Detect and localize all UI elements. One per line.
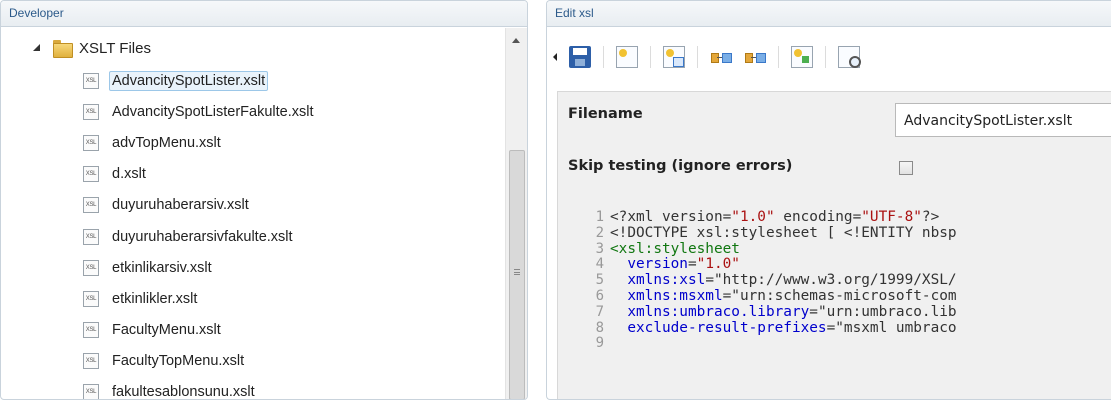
file-item[interactable]: XSL FacultyMenu.xslt (83, 315, 503, 346)
line-number: 7 (595, 303, 604, 320)
file-item[interactable]: XSL etkinlikarsiv.xslt (83, 252, 503, 283)
line-number: 3 (595, 240, 604, 257)
code-line: 3 <xsl:stylesheet (582, 240, 1111, 258)
xsl-file-icon: XSL (83, 353, 99, 370)
line-number: 6 (595, 287, 604, 304)
xsl-file-icon: XSL (83, 72, 99, 89)
choose-flow-icon[interactable] (710, 46, 732, 68)
code-line: 7 xmlns:umbraco.library="urn:umbraco.lib (582, 303, 1111, 321)
editor-toolbar (547, 28, 1111, 86)
scroll-up-arrow-icon[interactable] (512, 38, 520, 43)
code-text: xmlns:umbraco.library="urn:umbraco.lib (627, 303, 957, 320)
line-number: 1 (595, 209, 604, 225)
file-item[interactable]: XSL AdvancitySpotListerFakulte.xslt (83, 96, 503, 127)
file-name-label: AdvancitySpotLister.xslt (109, 70, 269, 91)
code-text: exclude-result-prefixes="msxml umbraco (627, 319, 957, 336)
xsl-file-icon: XSL (83, 228, 99, 245)
xsl-file-icon: XSL (83, 384, 99, 399)
folder-icon (53, 40, 73, 58)
line-number: 5 (595, 272, 604, 289)
file-item[interactable]: XSL fakultesablonsunu.xslt (83, 377, 503, 400)
tree-node-xslt-files[interactable]: XSLT Files (31, 37, 151, 59)
file-name-label: FacultyMenu.xslt (112, 322, 221, 339)
code-line: 1 <?xml version="1.0" encoding="UTF-8"?> (582, 209, 1111, 226)
skip-testing-label: Skip testing (ignore errors) (568, 158, 793, 174)
file-name-label: AdvancitySpotListerFakulte.xslt (112, 103, 314, 120)
tree-scrollbar[interactable] (505, 28, 527, 399)
save-icon[interactable] (569, 46, 591, 68)
code-text: version="1.0" (627, 256, 740, 273)
file-item[interactable]: XSL d.xslt (83, 159, 503, 190)
code-line: 6 xmlns:msxml="urn:schemas-microsoft-com (582, 287, 1111, 305)
file-item[interactable]: XSL etkinlikler.xslt (83, 283, 503, 314)
grip-icon (514, 269, 520, 275)
xsl-file-icon: XSL (83, 166, 99, 183)
file-item[interactable]: XSL duyuruhaberarsivfakulte.xslt (83, 221, 503, 252)
file-name-label: duyuruhaberarsivfakulte.xslt (112, 228, 293, 245)
line-number: 8 (595, 319, 604, 336)
code-line: 4 version="1.0" (582, 256, 1111, 273)
code-text: <xsl:stylesheet (610, 240, 740, 257)
xsl-file-icon: XSL (83, 290, 99, 307)
xsl-file-icon: XSL (83, 134, 99, 151)
file-name-label: fakultesablonsunu.xslt (112, 384, 255, 400)
xsl-file-icon: XSL (83, 197, 99, 214)
xsl-file-icon: XSL (83, 103, 99, 120)
file-item[interactable]: XSL duyuruhaberarsiv.xslt (83, 190, 503, 221)
line-number: 9 (595, 335, 604, 352)
developer-panel-header: Developer (1, 1, 527, 27)
insert-template-icon[interactable] (791, 46, 813, 68)
file-name-label: etkinlikarsiv.xslt (112, 259, 212, 276)
code-text: <?xml version="1.0" encoding="UTF-8"?> (610, 209, 940, 225)
edit-xsl-panel: Edit xsl Filename AdvancitySpotLister.xs… (546, 0, 1111, 400)
file-item[interactable]: XSL FacultyTopMenu.xslt (83, 346, 503, 377)
code-line: 8 exclude-result-prefixes="msxml umbraco (582, 319, 1111, 337)
code-line: 9 (582, 336, 1111, 352)
scroll-thumb[interactable] (509, 150, 525, 399)
edit-form: Filename AdvancitySpotLister.xslt Skip t… (557, 91, 1111, 399)
toolbar-divider (650, 46, 651, 68)
toolbar-divider (778, 46, 779, 68)
file-name-label: duyuruhaberarsiv.xslt (112, 197, 249, 214)
toolbar-divider (697, 46, 698, 68)
file-item[interactable]: XSL AdvancitySpotLister.xslt (83, 65, 503, 96)
code-line: 5 xmlns:xsl="http://www.w3.org/1999/XSL/ (582, 272, 1111, 289)
filename-input[interactable]: AdvancitySpotLister.xslt (895, 103, 1111, 137)
tree-node-label: XSLT Files (79, 39, 151, 57)
code-line: 2 <!DOCTYPE xsl:stylesheet [ <!ENTITY nbs… (582, 224, 1111, 242)
xsl-file-icon: XSL (83, 322, 99, 339)
preview-icon[interactable] (838, 46, 861, 68)
file-item[interactable]: XSL advTopMenu.xslt (83, 127, 503, 158)
file-name-label: advTopMenu.xslt (112, 134, 221, 151)
file-name-label: d.xslt (112, 166, 146, 183)
code-text: <!DOCTYPE xsl:stylesheet [ <!ENTITY nbsp (610, 224, 957, 241)
toolbar-divider (603, 46, 604, 68)
file-name-label: etkinlikler.xslt (112, 290, 198, 307)
xsl-file-icon: XSL (83, 259, 99, 276)
code-text: xmlns:xsl="http://www.w3.org/1999/XSL/ (627, 272, 957, 289)
insert-value-icon[interactable] (616, 46, 638, 68)
line-number: 2 (595, 224, 604, 241)
toolbar-divider (825, 46, 826, 68)
filename-label: Filename (568, 106, 643, 122)
code-editor[interactable]: 1 <?xml version="1.0" encoding="UTF-8"?> 2… (582, 209, 1111, 352)
edit-xsl-panel-header: Edit xsl (547, 1, 1111, 27)
line-number: 4 (595, 256, 604, 273)
foreach-flow-icon[interactable] (744, 46, 766, 68)
collapse-arrow-icon[interactable] (553, 53, 557, 61)
insert-macro-icon[interactable] (663, 46, 685, 68)
file-name-label: FacultyTopMenu.xslt (112, 353, 245, 370)
code-text: xmlns:msxml="urn:schemas-microsoft-com (627, 287, 957, 304)
developer-panel: Developer XSLT Files XSL AdvancitySpotLis… (0, 0, 528, 400)
file-list: XSL AdvancitySpotLister.xslt XSL AdvancityS… (83, 65, 503, 400)
expand-arrow-icon[interactable] (31, 42, 43, 54)
skip-testing-checkbox[interactable] (899, 161, 913, 175)
